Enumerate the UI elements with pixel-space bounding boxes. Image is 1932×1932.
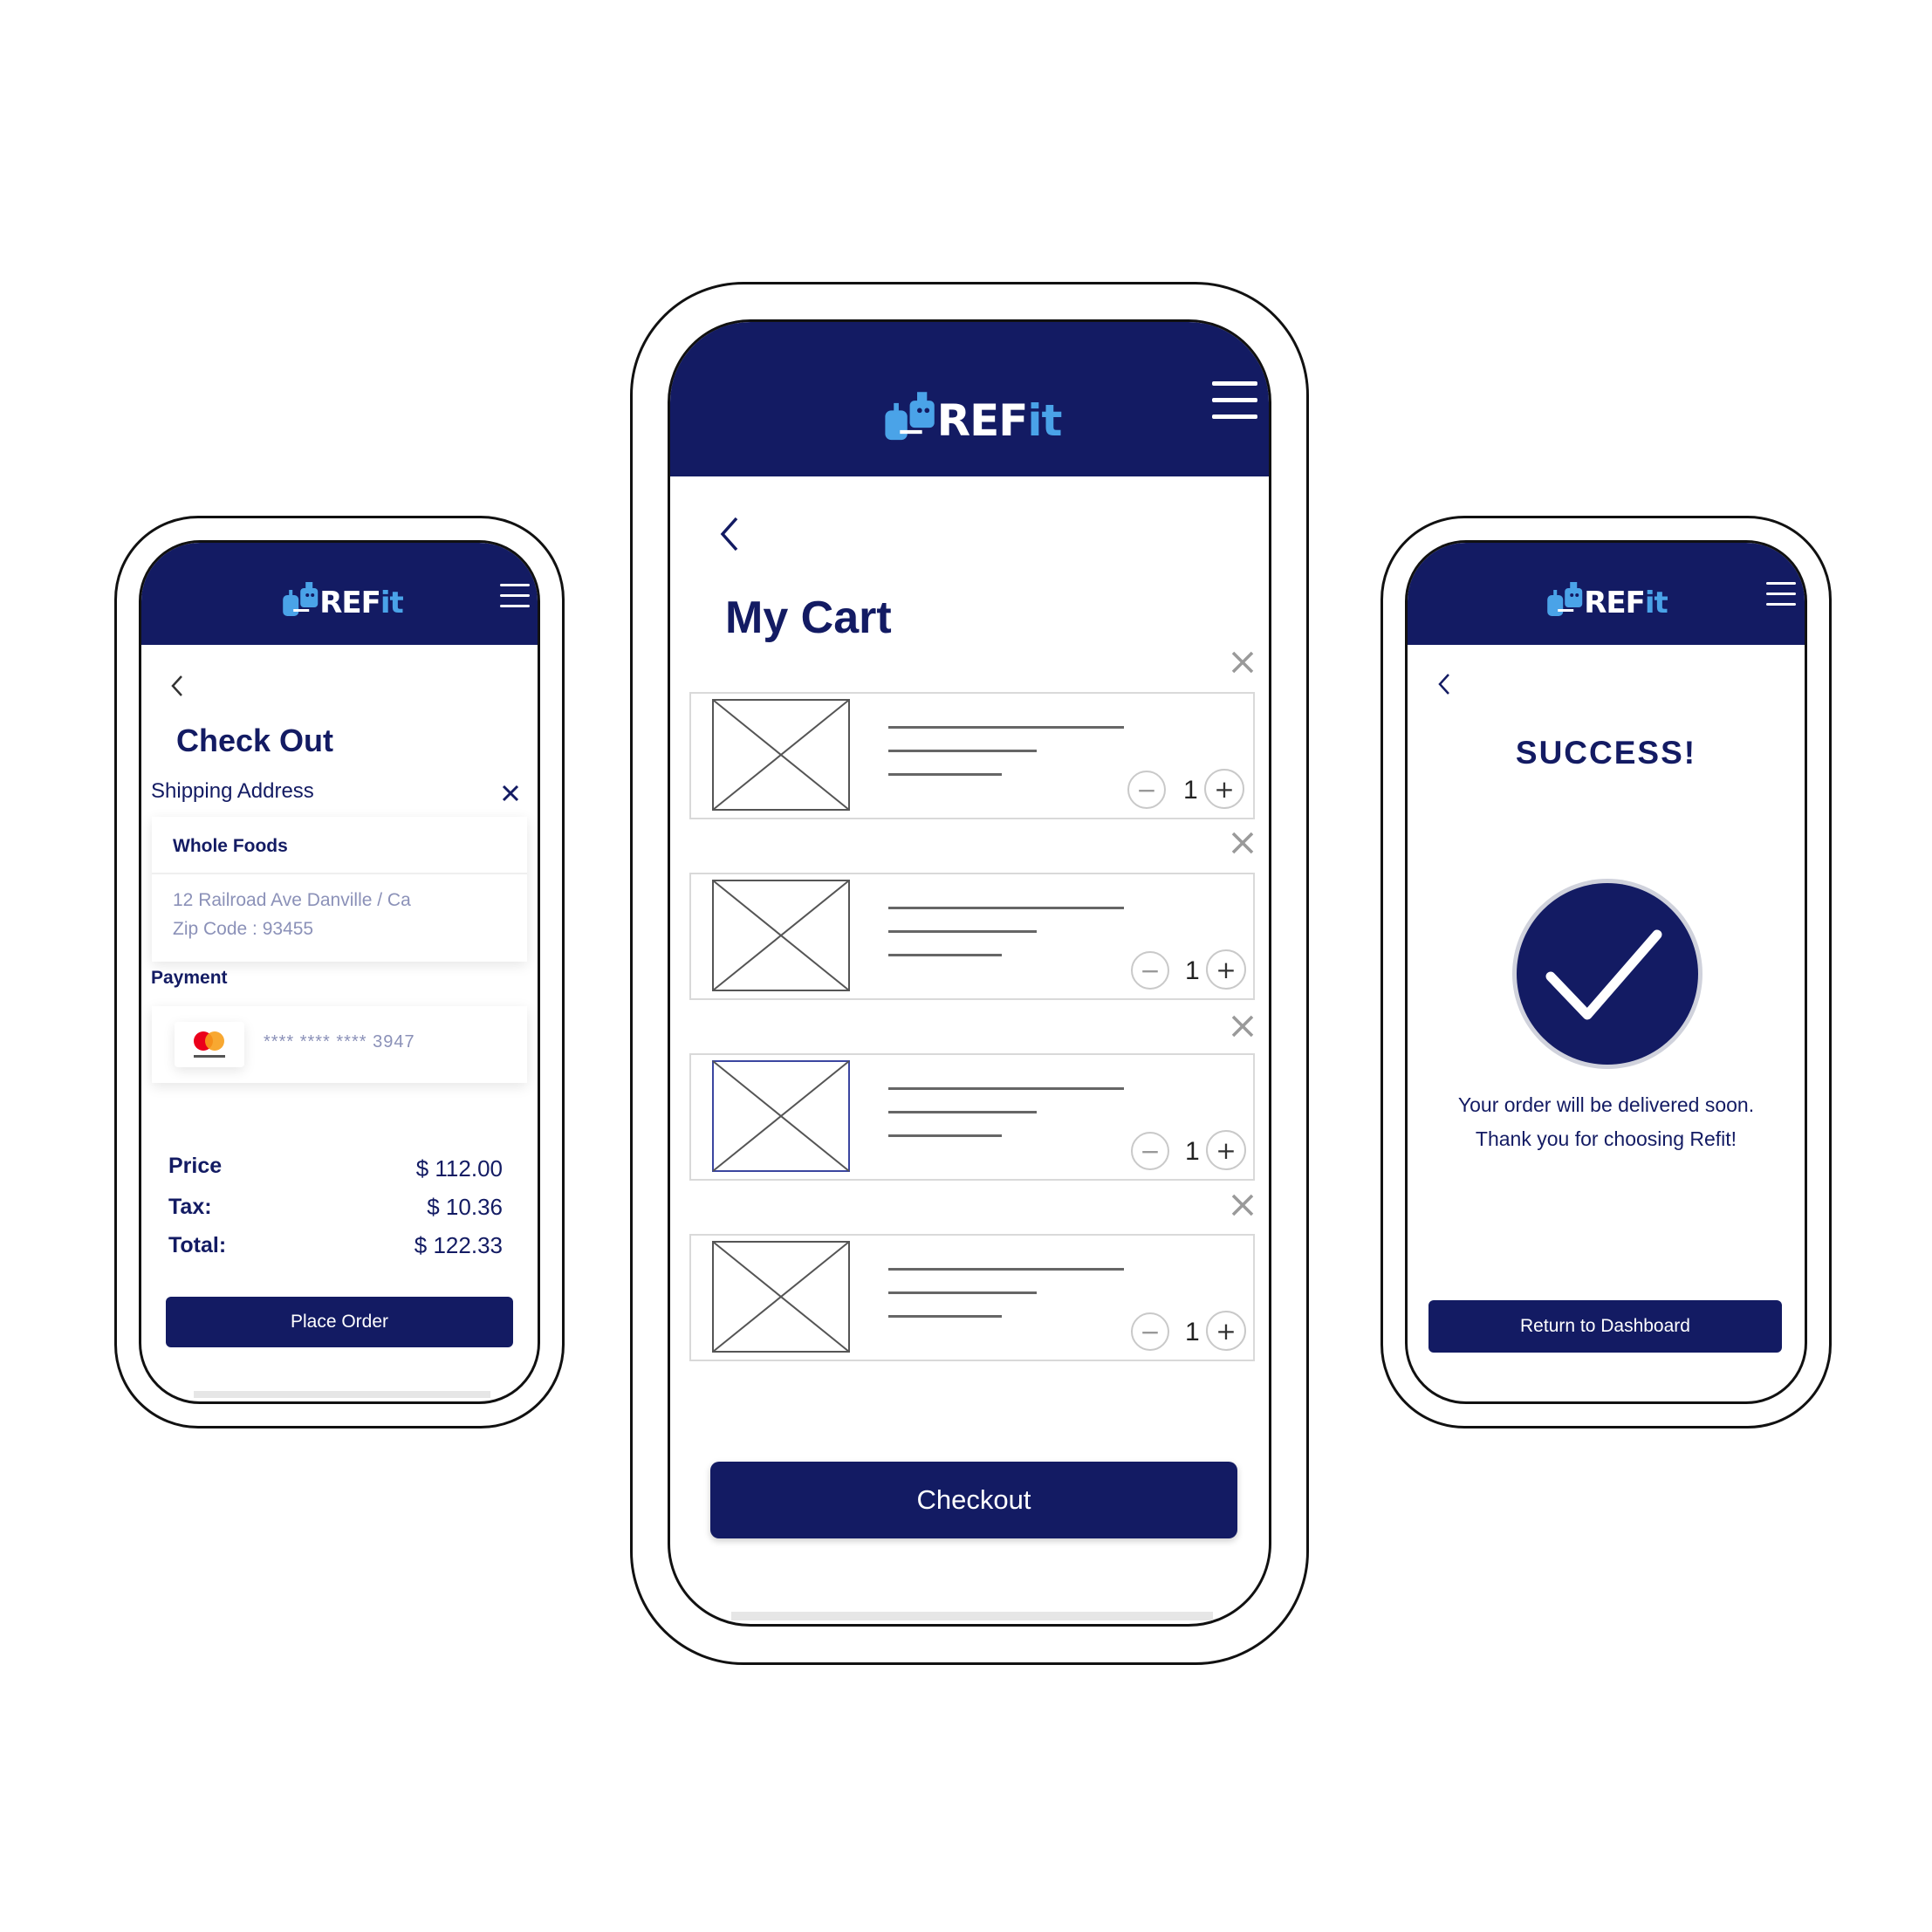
refit-logo[interactable]: REFit [281, 579, 404, 620]
item-text-placeholder [888, 954, 1002, 956]
item-text-placeholder [888, 1291, 1037, 1294]
price-label: Price [168, 1154, 223, 1178]
item-quantity: 1 [1185, 1318, 1200, 1346]
payment-card[interactable]: **** **** **** 3947 [152, 1006, 527, 1083]
item-text-placeholder [888, 773, 1002, 776]
divider [152, 873, 527, 874]
increase-quantity-button[interactable]: + [1206, 949, 1246, 990]
success-screen: REFit SUCCESS! Your order will be delive… [1405, 540, 1807, 1404]
item-quantity: 1 [1185, 1137, 1200, 1166]
close-icon[interactable] [502, 784, 519, 802]
checkmark-circle-icon [1512, 879, 1702, 1069]
refit-logo[interactable]: REFit [1545, 579, 1668, 618]
item-quantity: 1 [1185, 956, 1200, 985]
store-name: Whole Foods [173, 836, 288, 856]
logo-text-main: REF [1584, 586, 1646, 620]
decrease-quantity-button[interactable]: − [1131, 951, 1169, 990]
item-text-placeholder [888, 726, 1124, 729]
back-chevron-icon[interactable] [1436, 672, 1452, 696]
hamburger-menu-icon[interactable] [500, 584, 530, 607]
success-title: SUCCESS! [1515, 735, 1697, 771]
gas-cylinder-logo-icon [283, 582, 319, 616]
app-header: REFit [141, 543, 538, 645]
refit-logo[interactable]: REFit [883, 388, 1062, 442]
logo-text-accent: it [380, 586, 404, 620]
bottom-bar [731, 1612, 1213, 1620]
success-message-line2: Thank you for choosing Refit! [1475, 1127, 1737, 1150]
item-quantity: 1 [1183, 776, 1198, 805]
payment-label: Payment [151, 968, 228, 988]
checkout-screen: REFit Check Out Shipping Address Whole F… [139, 540, 540, 1404]
cart-item[interactable]: − 1 + [689, 1234, 1255, 1361]
item-text-placeholder [888, 1268, 1124, 1271]
logo-text-accent: it [1644, 586, 1668, 620]
decrease-quantity-button[interactable]: − [1131, 1312, 1169, 1351]
address-line2: Zip Code : 93455 [173, 919, 314, 939]
back-chevron-icon[interactable] [169, 674, 185, 698]
remove-item-icon[interactable] [1230, 650, 1255, 675]
remove-item-icon[interactable] [1230, 831, 1255, 855]
total-value: $ 122.33 [414, 1232, 503, 1258]
decrease-quantity-button[interactable]: − [1127, 771, 1166, 809]
item-text-placeholder [888, 930, 1037, 933]
hamburger-menu-icon[interactable] [1766, 582, 1796, 606]
remove-item-icon[interactable] [1230, 1014, 1255, 1038]
item-text-placeholder [888, 1315, 1002, 1318]
return-to-dashboard-button[interactable]: Return to Dashboard [1428, 1300, 1782, 1353]
image-placeholder-icon [712, 1241, 850, 1353]
mastercard-icon [175, 1022, 244, 1067]
tax-label: Tax: [168, 1195, 212, 1219]
hamburger-menu-icon[interactable] [1212, 381, 1257, 419]
cart-item[interactable]: − 1 + [689, 1053, 1255, 1181]
logo-text-main: REF [319, 586, 381, 620]
image-placeholder-icon [712, 1060, 850, 1172]
item-text-placeholder [888, 1087, 1124, 1090]
item-text-placeholder [888, 1111, 1037, 1113]
shipping-address-card[interactable]: Whole Foods 12 Railroad Ave Danville / C… [152, 817, 527, 962]
card-number: **** **** **** 3947 [264, 1032, 415, 1052]
increase-quantity-button[interactable]: + [1206, 1130, 1246, 1170]
success-message-line1: Your order will be delivered soon. [1457, 1093, 1755, 1116]
checkout-button[interactable]: Checkout [710, 1462, 1237, 1538]
logo-text-accent: it [1027, 395, 1062, 446]
app-header: REFit [670, 322, 1269, 476]
logo-text-main: REF [936, 395, 1029, 446]
cart-screen: REFit My Cart − 1 + − 1 + − 1 + − 1 + Ch… [668, 319, 1271, 1627]
image-placeholder-icon [712, 880, 850, 991]
place-order-button[interactable]: Place Order [166, 1297, 513, 1347]
cart-item[interactable]: − 1 + [689, 692, 1255, 819]
cart-item[interactable]: − 1 + [689, 873, 1255, 1000]
app-header: REFit [1408, 543, 1805, 645]
page-title: My Cart [725, 593, 892, 643]
page-title: Check Out [176, 723, 334, 758]
decrease-quantity-button[interactable]: − [1131, 1132, 1169, 1170]
address-line1: 12 Railroad Ave Danville / Ca [173, 890, 411, 910]
back-chevron-icon[interactable] [719, 516, 740, 552]
item-text-placeholder [888, 1134, 1002, 1137]
increase-quantity-button[interactable]: + [1204, 769, 1244, 809]
shipping-address-label: Shipping Address [151, 779, 314, 803]
item-text-placeholder [888, 907, 1124, 909]
total-label: Total: [168, 1233, 227, 1257]
image-placeholder-icon [712, 699, 850, 811]
tax-value: $ 10.36 [427, 1194, 503, 1220]
increase-quantity-button[interactable]: + [1206, 1311, 1246, 1351]
price-value: $ 112.00 [415, 1155, 503, 1182]
remove-item-icon[interactable] [1230, 1193, 1255, 1217]
gas-cylinder-logo-icon [1547, 582, 1583, 616]
gas-cylinder-logo-icon [885, 392, 935, 441]
item-text-placeholder [888, 750, 1037, 752]
bottom-bar [194, 1391, 490, 1398]
